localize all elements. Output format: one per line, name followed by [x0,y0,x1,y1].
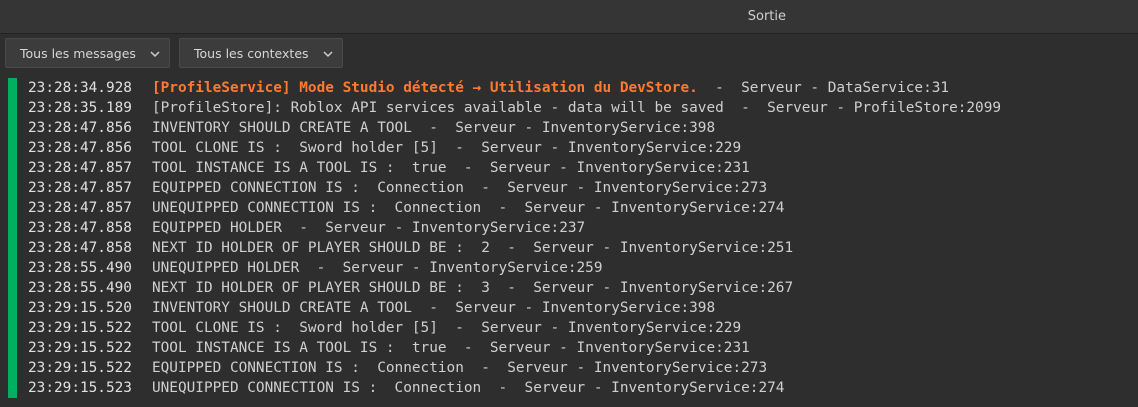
chevron-down-icon [150,51,160,58]
output-console[interactable]: 23:28:34.928 [ProfileService] Mode Studio… [0,74,1138,407]
log-message: EQUIPPED HOLDER [151,220,282,236]
log-source[interactable]: Serveur - InventoryService:274 [525,380,785,396]
log-source[interactable]: Serveur - InventoryService:231 [490,340,750,356]
log-line[interactable]: 23:28:35.189 [ProfileStore]: Roblox API s… [28,98,1138,118]
log-message: [ProfileService] Mode Studio détecté → U… [151,80,698,96]
log-message: UNEQUIPPED CONNECTION IS : Connection [151,200,482,216]
log-message: UNEQUIPPED HOLDER [151,260,300,276]
log-line[interactable]: 23:29:15.522 TOOL CLONE IS : Sword holder… [28,318,1138,338]
log-timestamp: 23:28:47.857 [28,200,132,216]
log-line[interactable]: 23:28:47.858 NEXT ID HOLDER OF PLAYER SHO… [28,238,1138,258]
log-timestamp: 23:28:47.858 [28,220,132,236]
log-source[interactable]: Serveur - InventoryService:259 [343,260,603,276]
log-timestamp: 23:28:47.857 [28,160,132,176]
log-line[interactable]: 23:28:55.490 UNEQUIPPED HOLDER - Serveur … [28,258,1138,278]
log-message: TOOL INSTANCE IS A TOOL IS : true [151,340,447,356]
log-list: 23:28:34.928 [ProfileService] Mode Studio… [28,78,1138,398]
log-timestamp: 23:29:15.522 [28,340,132,356]
log-line[interactable]: 23:28:47.856 INVENTORY SHOULD CREATE A TO… [28,118,1138,138]
log-message: TOOL CLONE IS : Sword holder [5] [151,140,438,156]
log-source[interactable]: Serveur - InventoryService:237 [325,220,585,236]
log-message: UNEQUIPPED CONNECTION IS : Connection [151,380,482,396]
log-timestamp: 23:28:35.189 [28,100,132,116]
log-timestamp: 23:29:15.522 [28,360,132,376]
log-message: NEXT ID HOLDER OF PLAYER SHOULD BE : 3 [151,280,490,296]
log-line[interactable]: 23:28:47.857 TOOL INSTANCE IS A TOOL IS :… [28,158,1138,178]
output-titlebar: Sortie [0,0,1138,34]
log-message: EQUIPPED CONNECTION IS : Connection [151,360,464,376]
log-source[interactable]: Serveur - InventoryService:267 [533,280,793,296]
log-message: TOOL INSTANCE IS A TOOL IS : true [151,160,447,176]
log-line[interactable]: 23:28:47.857 EQUIPPED CONNECTION IS : Con… [28,178,1138,198]
log-line[interactable]: 23:29:15.520 INVENTORY SHOULD CREATE A TO… [28,298,1138,318]
log-line[interactable]: 23:28:34.928 [ProfileService] Mode Studio… [28,78,1138,98]
log-source[interactable]: Serveur - InventoryService:229 [481,320,741,336]
log-timestamp: 23:29:15.523 [28,380,132,396]
context-filter-dropdown[interactable]: Tous les contextes [179,38,343,68]
log-line[interactable]: 23:29:15.523 UNEQUIPPED CONNECTION IS : C… [28,378,1138,398]
message-filter-label: Tous les messages [20,46,136,61]
log-timestamp: 23:29:15.522 [28,320,132,336]
log-timestamp: 23:28:47.857 [28,180,132,196]
log-line[interactable]: 23:29:15.522 TOOL INSTANCE IS A TOOL IS :… [28,338,1138,358]
log-source[interactable]: Serveur - InventoryService:274 [525,200,785,216]
log-source[interactable]: Serveur - InventoryService:273 [507,180,767,196]
log-line[interactable]: 23:28:47.857 UNEQUIPPED CONNECTION IS : C… [28,198,1138,218]
log-message: NEXT ID HOLDER OF PLAYER SHOULD BE : 2 [151,240,490,256]
message-filter-dropdown[interactable]: Tous les messages [5,38,170,68]
log-message: TOOL CLONE IS : Sword holder [5] [151,320,438,336]
log-message: INVENTORY SHOULD CREATE A TOOL [151,120,412,136]
window-title: Sortie [747,9,786,24]
log-timestamp: 23:29:15.520 [28,300,132,316]
log-source[interactable]: Serveur - ProfileStore:2099 [767,100,1001,116]
log-line[interactable]: 23:28:55.490 NEXT ID HOLDER OF PLAYER SHO… [28,278,1138,298]
log-timestamp: 23:28:34.928 [28,80,132,96]
chevron-down-icon [323,51,333,58]
log-timestamp: 23:28:55.490 [28,260,132,276]
log-message: [ProfileStore]: Roblox API services avai… [151,100,724,116]
log-timestamp: 23:28:47.858 [28,240,132,256]
log-source[interactable]: Serveur - DataService:31 [741,80,949,96]
output-window: Sortie Tous les messages Tous les contex… [0,0,1138,407]
log-source[interactable]: Serveur - InventoryService:229 [481,140,741,156]
log-source[interactable]: Serveur - InventoryService:398 [455,120,715,136]
log-line[interactable]: 23:29:15.522 EQUIPPED CONNECTION IS : Con… [28,358,1138,378]
context-filter-label: Tous les contextes [194,46,309,61]
log-source[interactable]: Serveur - InventoryService:231 [490,160,750,176]
filter-bar: Tous les messages Tous les contextes [0,34,1138,72]
log-message: EQUIPPED CONNECTION IS : Connection [151,180,464,196]
log-line[interactable]: 23:28:47.856 TOOL CLONE IS : Sword holder… [28,138,1138,158]
log-source[interactable]: Serveur - InventoryService:251 [533,240,793,256]
log-timestamp: 23:28:47.856 [28,140,132,156]
log-timestamp: 23:28:55.490 [28,280,132,296]
log-line[interactable]: 23:28:47.858 EQUIPPED HOLDER - Serveur - … [28,218,1138,238]
log-message: INVENTORY SHOULD CREATE A TOOL [151,300,412,316]
log-timestamp: 23:28:47.856 [28,120,132,136]
log-source[interactable]: Serveur - InventoryService:273 [507,360,767,376]
server-context-bar [8,78,17,398]
log-source[interactable]: Serveur - InventoryService:398 [455,300,715,316]
